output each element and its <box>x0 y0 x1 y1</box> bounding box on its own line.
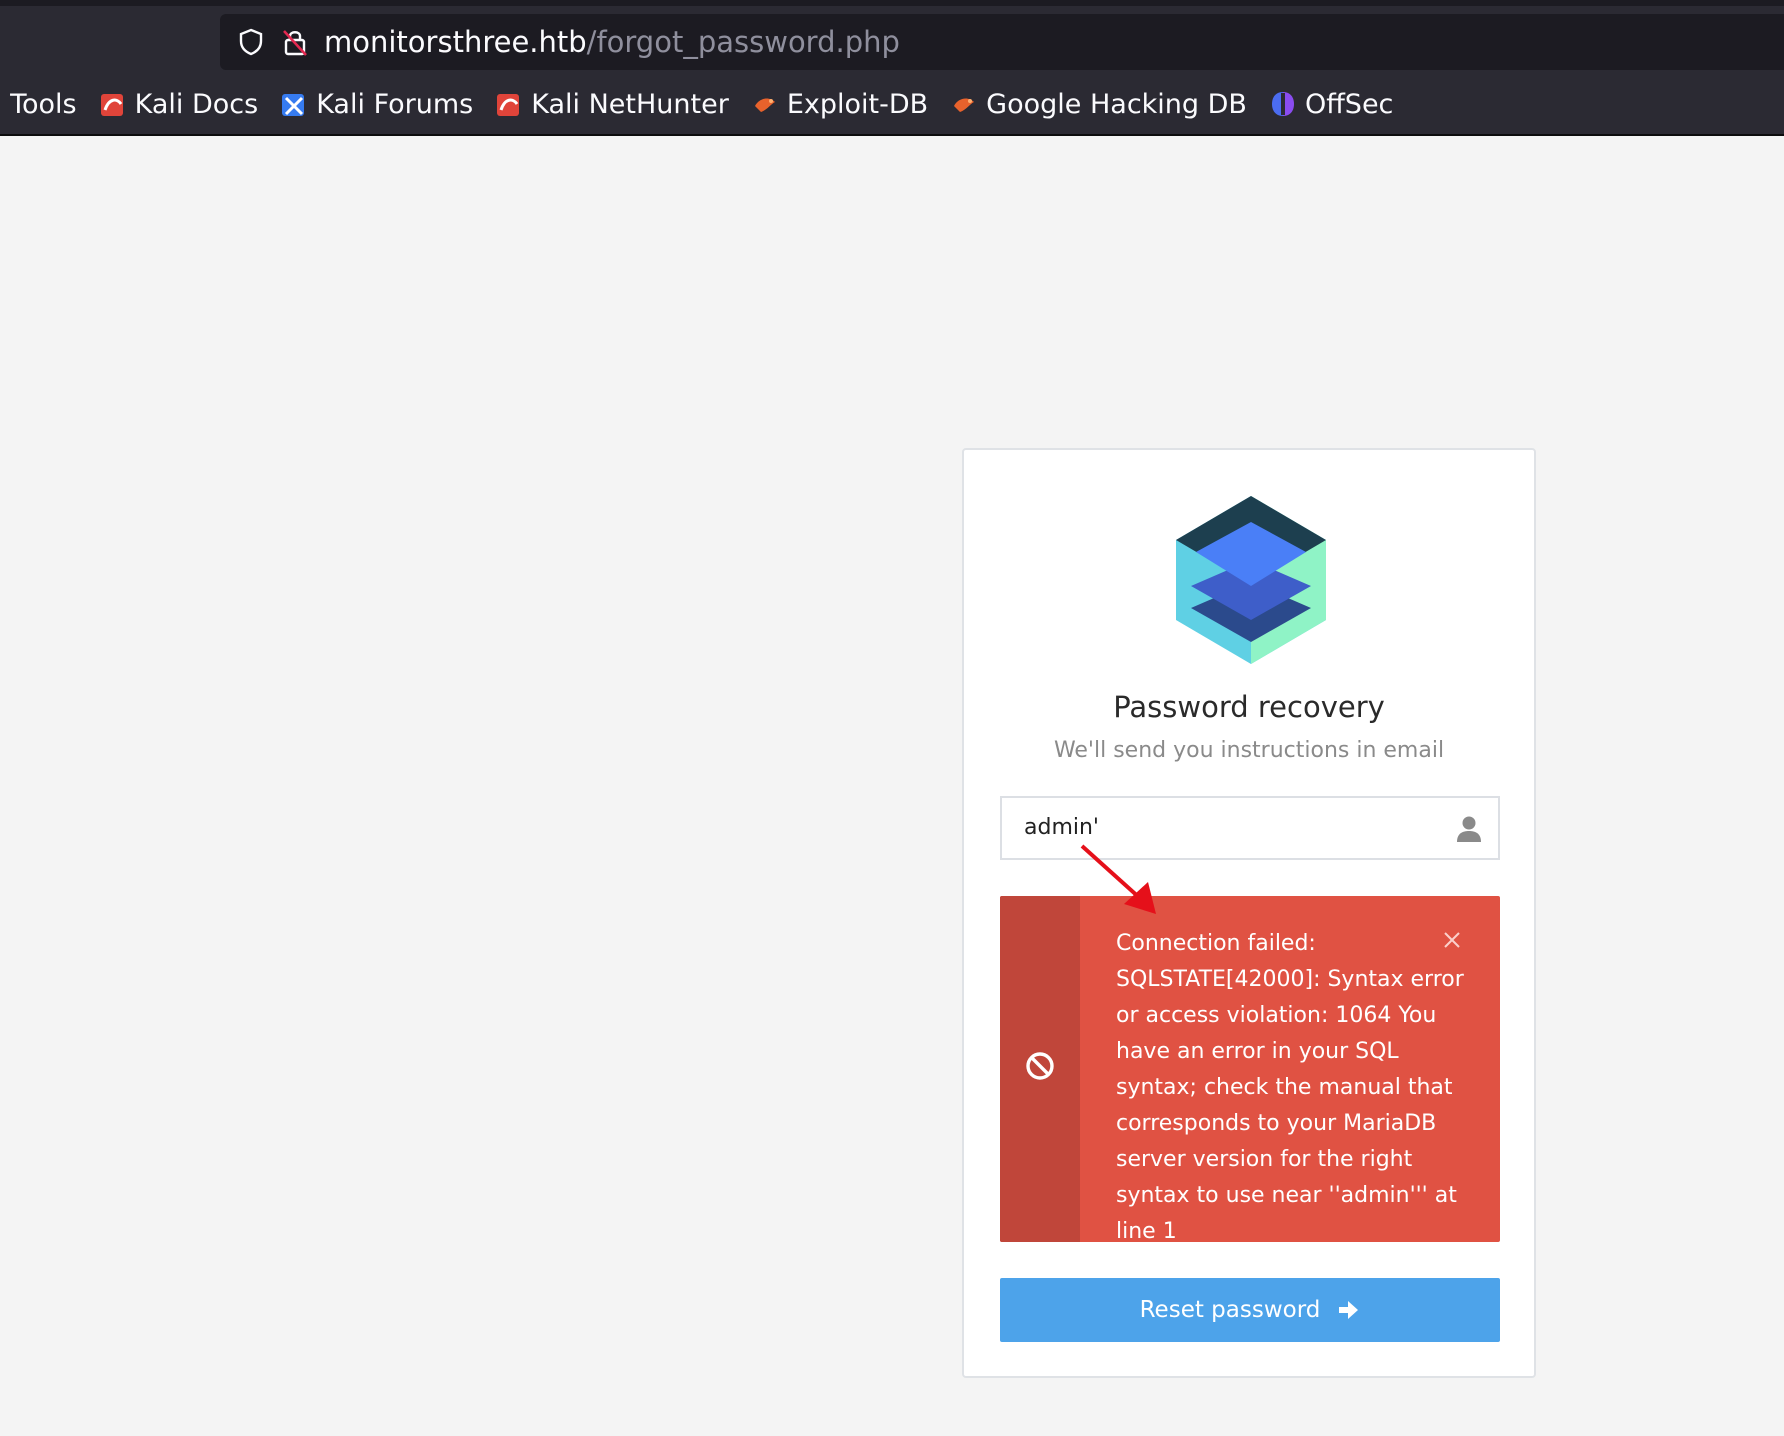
bookmark-offsec[interactable]: OffSec <box>1269 89 1393 120</box>
bookmark-kali-docs[interactable]: Kali Docs <box>99 88 259 120</box>
user-icon <box>1457 816 1481 842</box>
exploit-db-icon <box>751 90 779 118</box>
url-text[interactable]: monitorsthree.htb/forgot_password.php <box>324 25 900 59</box>
shield-icon[interactable] <box>236 27 266 57</box>
ghdb-icon <box>950 90 978 118</box>
error-message: Connection failed: SQLSTATE[42000]: Synt… <box>1116 931 1464 1242</box>
kali-nethunter-icon <box>495 90 523 118</box>
bookmarks-toolbar: i Tools Kali Docs Kali Forums Kali NetHu… <box>0 74 1784 136</box>
bookmark-kali-forums[interactable]: Kali Forums <box>280 89 473 120</box>
bookmark-label: Kali Forums <box>316 88 474 120</box>
bookmark-exploit-db[interactable]: Exploit-DB <box>751 89 928 120</box>
bookmark-kali-nethunter[interactable]: Kali NetHunter <box>495 89 729 120</box>
bookmark-label: Google Hacking DB <box>986 88 1247 120</box>
bookmark-google-hacking-db[interactable]: Google Hacking DB <box>950 89 1247 120</box>
cacti-logo <box>1176 496 1326 664</box>
ban-icon <box>1026 1052 1054 1080</box>
address-bar[interactable]: monitorsthree.htb/forgot_password.php <box>220 14 1784 70</box>
insecure-lock-icon[interactable] <box>280 27 310 57</box>
reset-password-label: Reset password <box>1139 1297 1321 1323</box>
page-title: Password recovery <box>1113 690 1385 724</box>
username-field-wrapper <box>1000 796 1500 860</box>
bookmark-kali-tools[interactable]: i Tools <box>0 89 77 120</box>
url-host: monitorsthree.htb <box>324 25 587 59</box>
username-input[interactable] <box>1002 798 1444 856</box>
url-path: /forgot_password.php <box>586 25 900 59</box>
browser-toolbar: monitorsthree.htb/forgot_password.php <box>0 6 1784 74</box>
bookmark-label: OffSec <box>1304 88 1394 120</box>
kali-docs-icon <box>99 90 127 118</box>
bookmark-label: i Tools <box>0 88 77 120</box>
bookmark-label: Kali Docs <box>134 88 259 120</box>
page-subtitle: We'll send you instructions in email <box>1053 738 1445 763</box>
kali-forums-icon <box>280 90 308 118</box>
error-alert: Connection failed: SQLSTATE[42000]: Synt… <box>1000 896 1500 1242</box>
password-recovery-card: Password recovery We'll send you instruc… <box>962 448 1536 1378</box>
arrow-right-icon <box>1339 1301 1359 1319</box>
reset-password-button[interactable]: Reset password <box>1000 1278 1500 1342</box>
bookmark-label: Exploit-DB <box>786 88 929 120</box>
close-icon[interactable] <box>1440 928 1464 952</box>
bookmark-label: Kali NetHunter <box>531 88 729 120</box>
offsec-icon <box>1269 90 1297 118</box>
